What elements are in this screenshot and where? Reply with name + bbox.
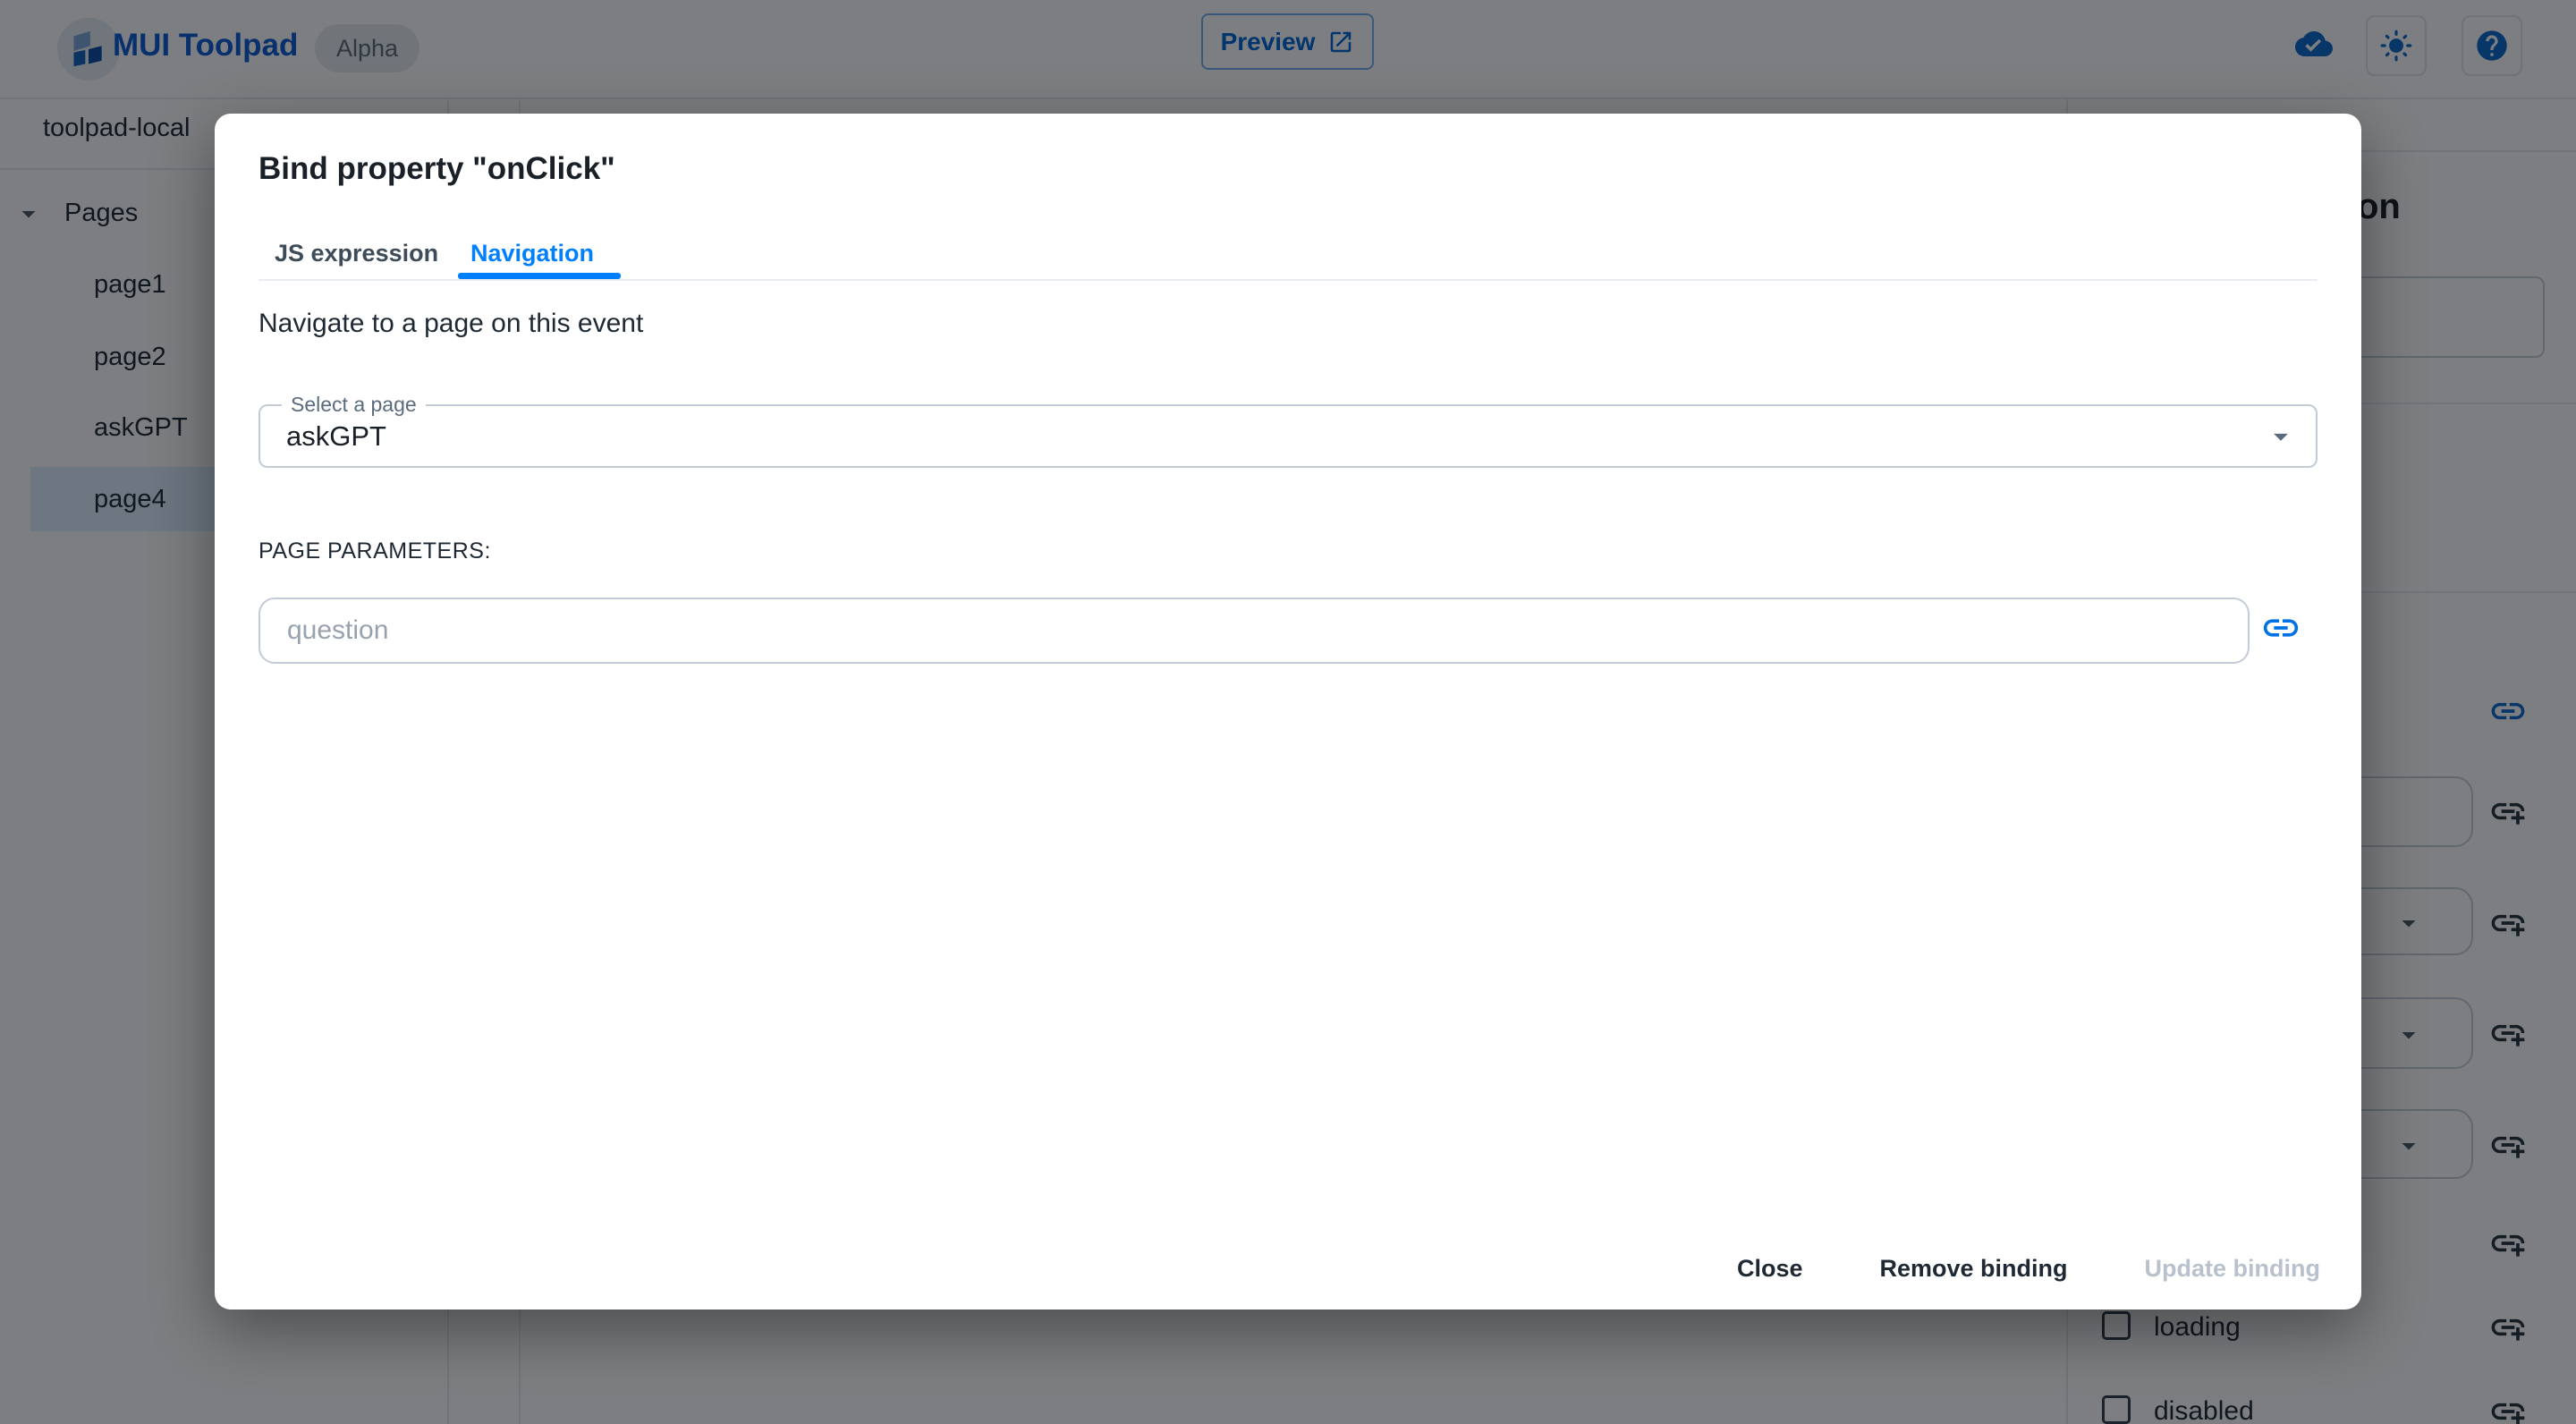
bind-property-dialog: Bind property "onClick" JS expression Na… [215,114,2361,1310]
tabs-divider [258,279,2318,281]
link-icon[interactable] [2258,605,2304,651]
active-tab-indicator [458,273,621,279]
dialog-footer: Close Remove binding Update binding [1728,1249,2329,1288]
update-binding-button[interactable]: Update binding [2136,1249,2329,1288]
arrow-dropdown-icon [2264,420,2298,453]
close-button[interactable]: Close [1728,1249,1812,1288]
dialog-title: Bind property "onClick" [258,151,615,186]
remove-binding-button[interactable]: Remove binding [1871,1249,2077,1288]
page-select-value: askGPT [286,420,386,452]
dialog-description: Navigate to a page on this event [258,309,644,338]
page-parameters-heading: PAGE PARAMETERS: [258,538,491,564]
page-select[interactable]: Select a page askGPT [258,393,2318,468]
tab-navigation[interactable]: Navigation [470,233,594,273]
toolpad-editor: MUI Toolpad Alpha Preview [0,0,2576,1424]
page-parameter-input[interactable] [258,598,2250,664]
tab-js-expression[interactable]: JS expression [275,233,438,273]
